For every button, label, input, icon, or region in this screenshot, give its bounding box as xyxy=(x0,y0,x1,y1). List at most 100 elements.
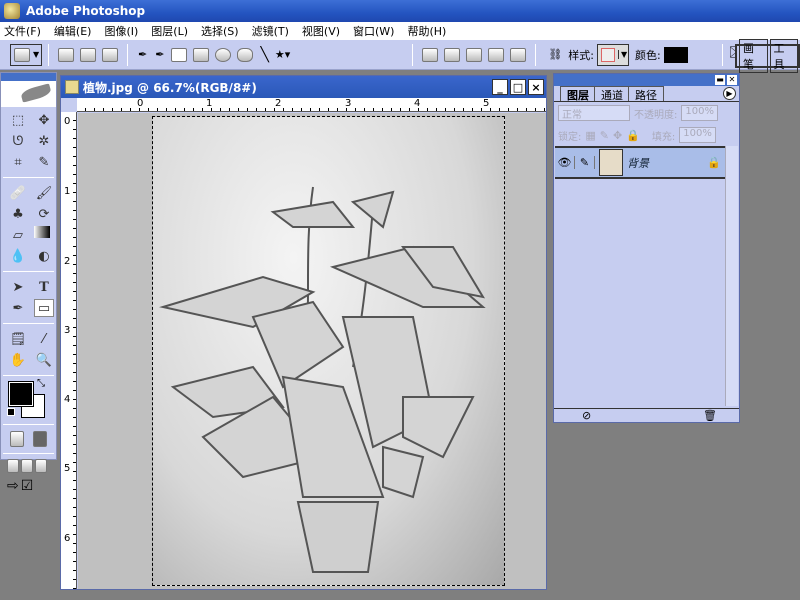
foreground-color[interactable] xyxy=(9,382,33,406)
style-picker[interactable]: ▼ xyxy=(597,44,629,66)
screen-mode-full-menu-icon[interactable] xyxy=(21,459,33,473)
tab-paths[interactable]: 路径 xyxy=(628,86,664,101)
fill-label: 填充: xyxy=(652,128,675,143)
new-shape-icon[interactable] xyxy=(422,48,438,62)
pen-tool-icon[interactable]: ✒ xyxy=(8,299,28,317)
lock-position-icon[interactable]: ✥ xyxy=(613,129,622,142)
swap-colors-icon[interactable]: ⤡ xyxy=(37,378,45,389)
panel-menu-icon[interactable]: ▶ xyxy=(723,87,736,100)
brushes-tab[interactable]: 画笔 xyxy=(739,39,768,73)
maximize-button[interactable]: □ xyxy=(510,79,526,95)
gradient-tool-icon[interactable] xyxy=(34,226,50,238)
subtract-shape-icon[interactable] xyxy=(466,48,482,62)
eyedropper-icon[interactable]: ⁄ xyxy=(34,330,54,348)
panel-minimize-button[interactable]: ▬ xyxy=(715,75,725,85)
layer-style-icon[interactable]: ⊘ xyxy=(582,409,591,422)
layers-panel-footer: ⊘ 🗑 xyxy=(554,408,739,422)
link-icon[interactable]: ⛓ xyxy=(548,48,562,61)
freeform-pen-icon[interactable]: ✒ xyxy=(155,48,164,61)
imageready-icon[interactable]: ☑ xyxy=(21,478,34,494)
menu-image[interactable]: 图像(I) xyxy=(104,23,138,39)
rounded-rectangle-icon[interactable] xyxy=(193,48,209,62)
jump-to-imageready-icon[interactable]: ⇨ xyxy=(7,478,19,494)
marquee-tool-icon[interactable]: ⬚ xyxy=(8,111,28,129)
menu-edit[interactable]: 编辑(E) xyxy=(54,23,92,39)
minimize-button[interactable]: _ xyxy=(492,79,508,95)
intersect-shape-icon[interactable] xyxy=(488,48,504,62)
lasso-tool-icon[interactable]: ᘎ xyxy=(8,132,28,150)
document-title-bar[interactable]: 植物.jpg @ 66.7%(RGB/8#) _ □ × xyxy=(61,76,546,98)
ruler-label: 2 xyxy=(64,256,70,267)
hand-tool-icon[interactable]: ✋ xyxy=(8,351,28,369)
default-colors-icon[interactable] xyxy=(7,408,15,416)
tool-presets-tab[interactable]: 工具 xyxy=(770,39,799,73)
move-tool-icon[interactable]: ✥ xyxy=(34,111,54,129)
crop-tool-icon[interactable]: ⌗ xyxy=(8,153,28,171)
tool-preset-picker[interactable]: ▼ xyxy=(10,44,42,66)
notes-tool-icon[interactable]: 🗒 xyxy=(8,330,28,348)
path-selection-icon[interactable]: ➤ xyxy=(8,278,28,296)
custom-shape-icon[interactable]: ★▾ xyxy=(275,48,290,61)
standard-mode-icon[interactable] xyxy=(10,431,24,447)
document-window: 植物.jpg @ 66.7%(RGB/8#) _ □ × 0 1 2 3 4 5… xyxy=(60,75,547,590)
ruler-label: 6 xyxy=(64,533,70,544)
magic-wand-icon[interactable]: ✲ xyxy=(34,132,54,150)
blend-mode-select[interactable]: 正常 xyxy=(558,105,630,121)
options-bar: ▼ ✒✒ ╲★▾ ⛓ 样式: ▼ 颜色: 🖂 xyxy=(0,40,800,70)
eraser-tool-icon[interactable]: ▱ xyxy=(8,226,28,244)
ellipse-icon[interactable] xyxy=(215,48,231,62)
clone-stamp-icon[interactable]: ♣ xyxy=(8,205,28,223)
blur-tool-icon[interactable]: 💧 xyxy=(8,247,28,265)
line-icon[interactable]: ╲ xyxy=(260,47,268,63)
quick-mask-icon[interactable] xyxy=(33,431,47,447)
lock-all-icon[interactable]: 🔒 xyxy=(626,129,640,142)
tab-layers[interactable]: 图层 xyxy=(560,86,596,101)
embossed-plant-image[interactable] xyxy=(152,116,505,586)
shape-layers-icon[interactable] xyxy=(58,48,74,62)
opacity-label: 不透明度: xyxy=(634,106,677,121)
canvas-area[interactable] xyxy=(78,113,546,589)
polygon-icon[interactable] xyxy=(237,48,253,62)
ruler-label: 1 xyxy=(206,98,212,109)
menu-view[interactable]: 视图(V) xyxy=(302,23,340,39)
delete-layer-icon[interactable]: 🗑 xyxy=(703,409,717,422)
paths-icon[interactable] xyxy=(80,48,96,62)
layer-name: 背景 xyxy=(627,155,707,171)
layer-row-background[interactable]: 👁 ✎ 背景 🔒 xyxy=(555,146,725,179)
type-tool-icon[interactable]: T xyxy=(34,278,54,296)
rectangle-preset-icon xyxy=(14,48,30,62)
feather-logo-icon xyxy=(1,81,56,107)
color-swatch[interactable] xyxy=(664,47,688,63)
tab-channels[interactable]: 通道 xyxy=(594,86,630,101)
lock-transparency-icon[interactable]: ▦ xyxy=(585,129,595,142)
brush-link-icon[interactable]: ✎ xyxy=(575,156,595,169)
fill-pixels-icon[interactable] xyxy=(102,48,118,62)
menu-filter[interactable]: 滤镜(T) xyxy=(252,23,289,39)
menu-layer[interactable]: 图层(L) xyxy=(151,23,188,39)
style-label: 样式: xyxy=(568,47,594,63)
close-button[interactable]: × xyxy=(528,79,544,95)
screen-mode-standard-icon[interactable] xyxy=(7,459,19,473)
healing-brush-icon[interactable]: 🩹 xyxy=(8,184,28,202)
fill-field[interactable]: 100% xyxy=(679,127,716,143)
history-brush-icon[interactable]: ⟳ xyxy=(34,205,54,223)
rectangle-tool-icon[interactable]: ▭ xyxy=(34,299,54,317)
menu-select[interactable]: 选择(S) xyxy=(201,23,239,39)
pen-tool-icon[interactable]: ✒ xyxy=(138,48,147,61)
slice-tool-icon[interactable]: ✎ xyxy=(34,153,54,171)
brush-tool-icon[interactable]: 🖌 xyxy=(34,184,54,202)
rectangle-shape-icon[interactable] xyxy=(171,48,187,62)
menu-help[interactable]: 帮助(H) xyxy=(407,23,446,39)
zoom-tool-icon[interactable]: 🔍 xyxy=(34,351,54,369)
add-shape-icon[interactable] xyxy=(444,48,460,62)
menu-file[interactable]: 文件(F) xyxy=(4,23,41,39)
screen-mode-full-icon[interactable] xyxy=(35,459,47,473)
lock-pixels-icon[interactable]: ✎ xyxy=(600,129,609,142)
panel-close-button[interactable]: ✕ xyxy=(727,75,737,85)
opacity-field[interactable]: 100% xyxy=(681,105,718,121)
layers-scrollbar[interactable] xyxy=(725,146,738,406)
dodge-tool-icon[interactable]: ◐ xyxy=(34,247,54,265)
menu-window[interactable]: 窗口(W) xyxy=(353,23,394,39)
eye-icon[interactable]: 👁 xyxy=(555,156,575,169)
exclude-shape-icon[interactable] xyxy=(510,48,526,62)
